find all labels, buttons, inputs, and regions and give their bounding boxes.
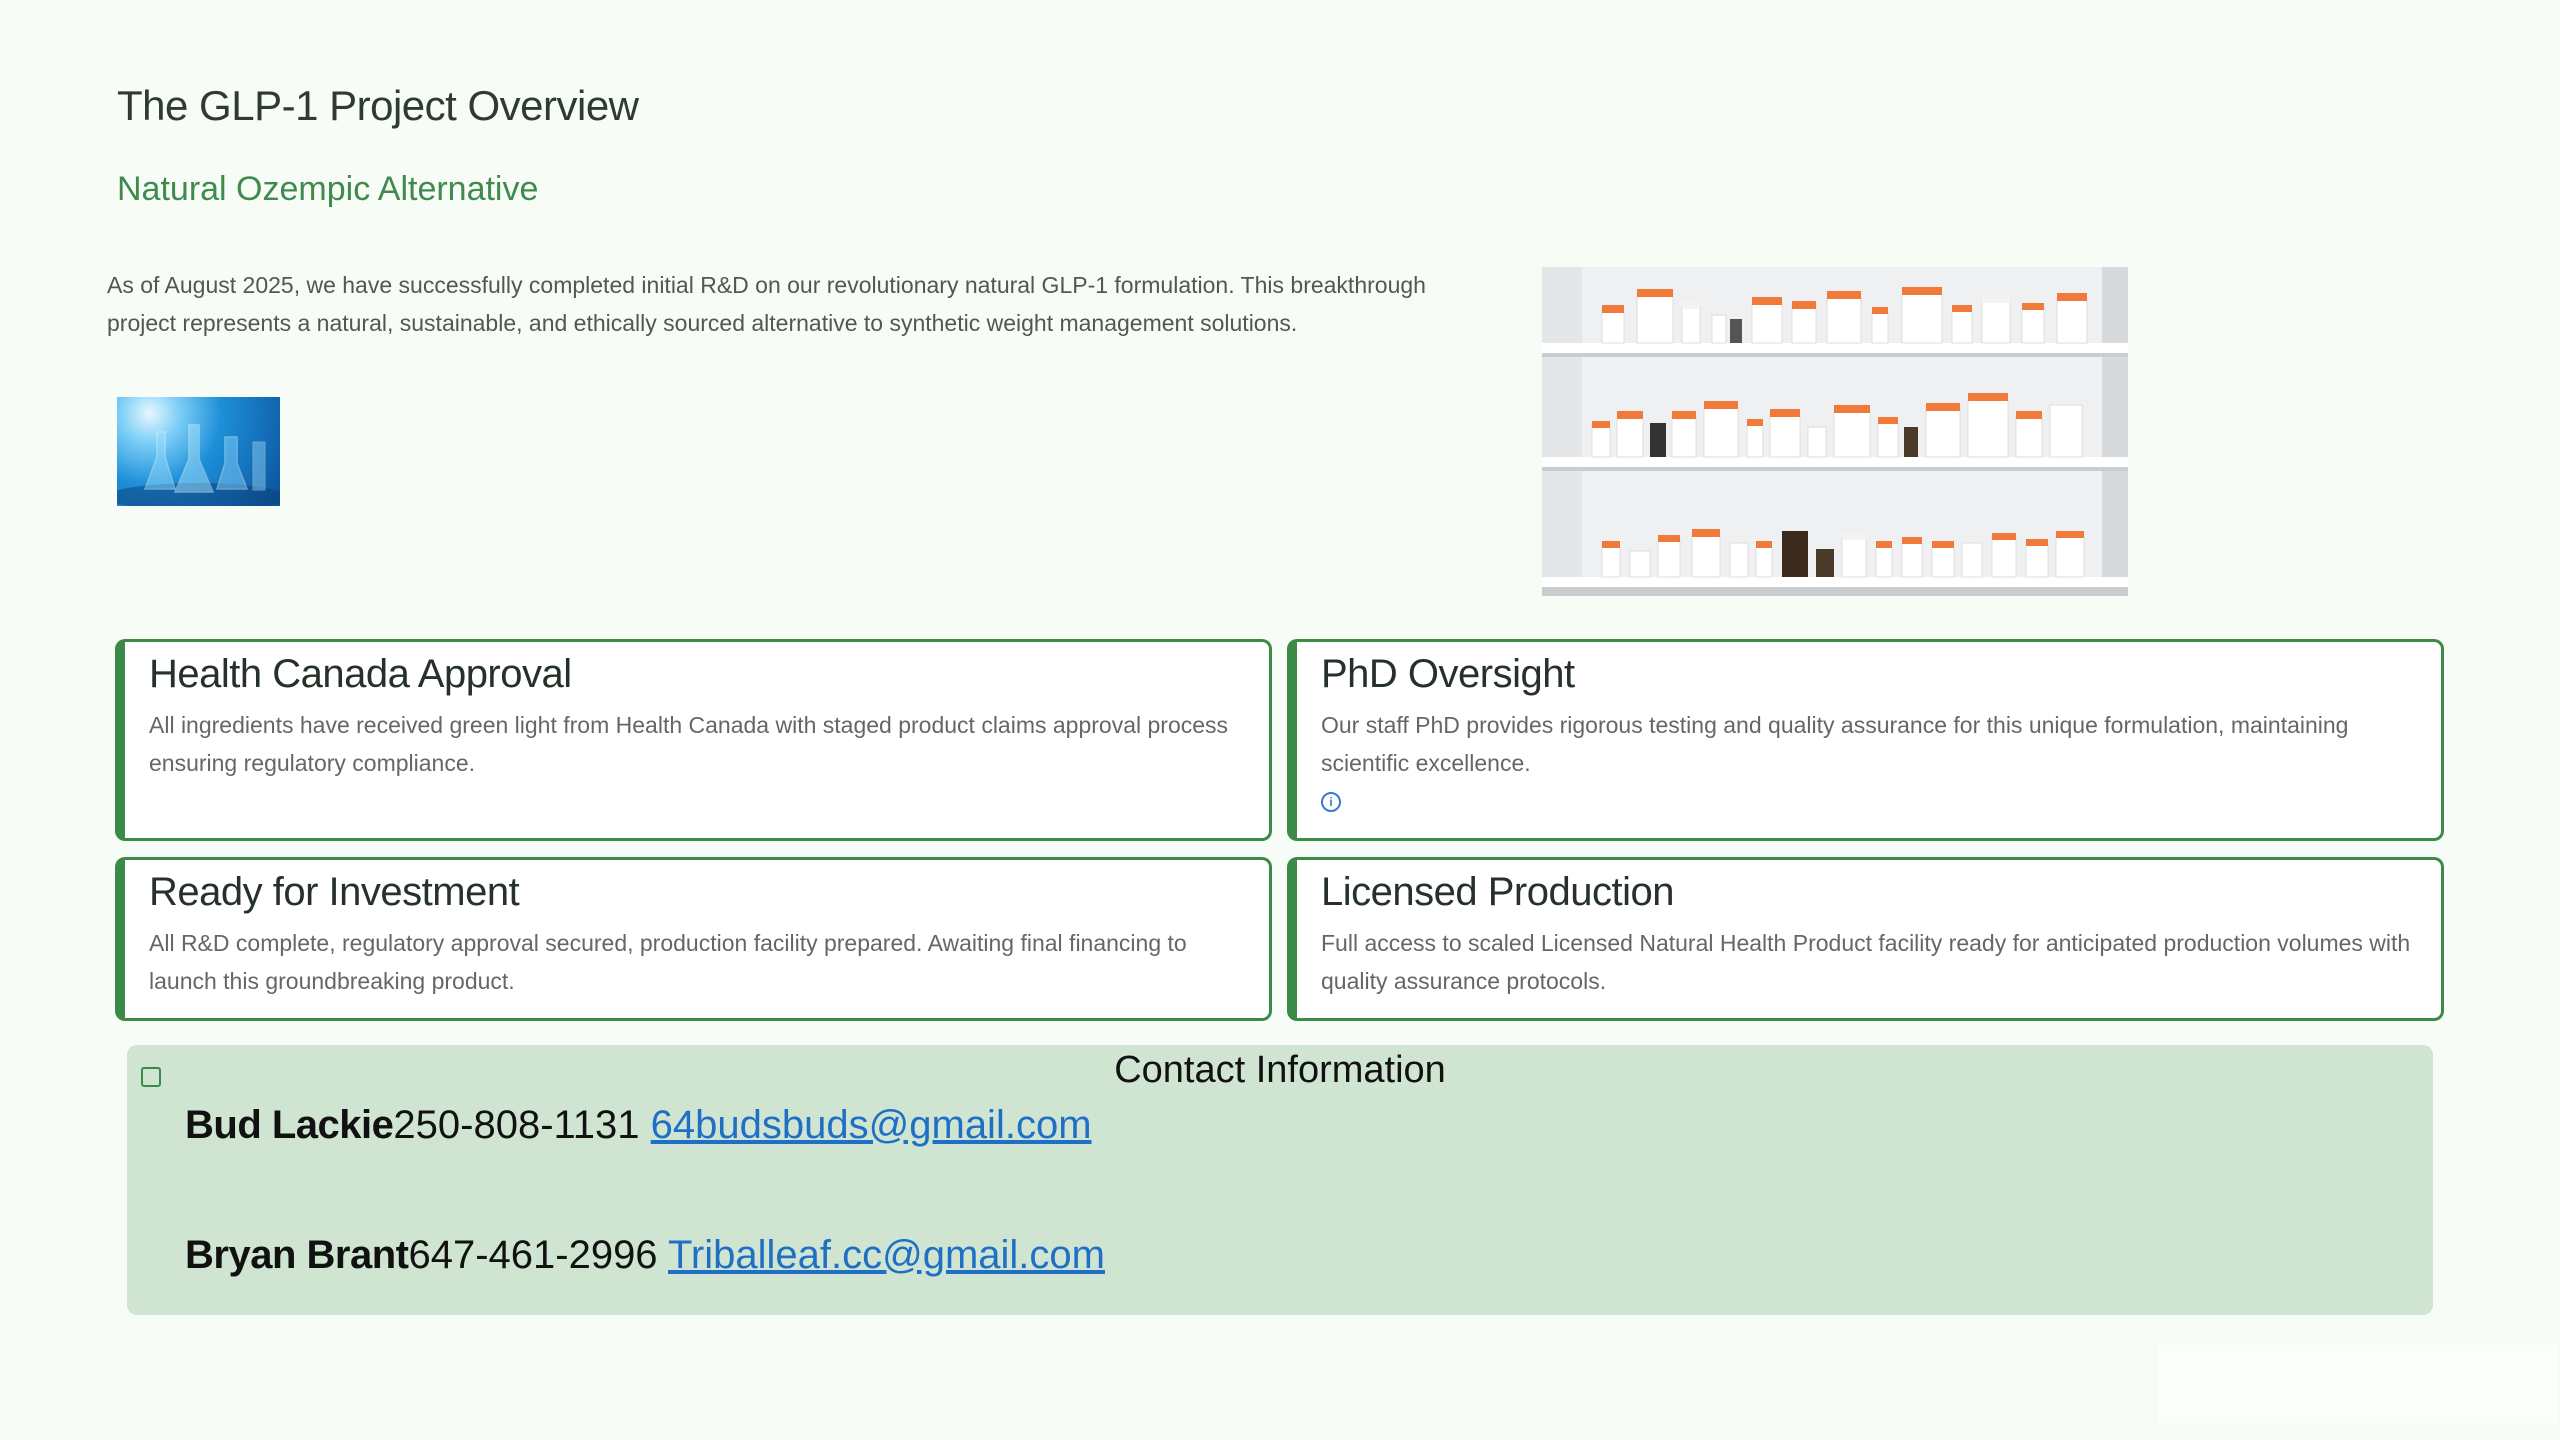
contact-row: Bud Lackie250-808-1131 64budsbuds@gmail.… (185, 1103, 1092, 1148)
page-subtitle: Natural Ozempic Alternative (117, 170, 539, 208)
card-title: Health Canada Approval (149, 652, 572, 696)
contact-title: Contact Information (1114, 1049, 1446, 1091)
contact-name: Bryan Brant (185, 1233, 409, 1277)
contact-email-link[interactable]: 64budsbuds@gmail.com (651, 1103, 1092, 1147)
card-title: PhD Oversight (1321, 652, 1575, 696)
pharmacy-shelves-image (1542, 267, 2128, 596)
lab-glassware-image (117, 397, 280, 506)
intro-paragraph: As of August 2025, we have successfully … (107, 272, 1426, 336)
card-title: Licensed Production (1321, 870, 1674, 914)
contact-section: Contact Information Bud Lackie250-808-11… (127, 1045, 2433, 1315)
contact-email-link[interactable]: Triballeaf.cc@gmail.com (668, 1233, 1105, 1277)
card-body: All R&D complete, regulatory approval se… (149, 930, 1187, 994)
card-title: Ready for Investment (149, 870, 520, 914)
card-ready-for-investment: Ready for Investment All R&D complete, r… (115, 857, 1272, 1021)
card-phd-oversight: PhD Oversight Our staff PhD provides rig… (1287, 639, 2444, 841)
contact-row: Bryan Brant647-461-2996 Triballeaf.cc@gm… (185, 1233, 1105, 1278)
card-body: All ingredients have received green ligh… (149, 712, 1229, 776)
card-body: Our staff PhD provides rigorous testing … (1321, 712, 2349, 776)
page-title: The GLP-1 Project Overview (117, 82, 639, 129)
contact-name: Bud Lackie (185, 1103, 394, 1147)
card-licensed-production: Licensed Production Full access to scale… (1287, 857, 2444, 1021)
card-health-canada-approval: Health Canada Approval All ingredients h… (115, 639, 1272, 841)
card-body: Full access to scaled Licensed Natural H… (1321, 930, 2411, 994)
contact-phone: 647-461-2996 (408, 1233, 658, 1277)
info-icon[interactable]: i (1321, 792, 1341, 812)
footer-blank-area (2158, 1345, 2558, 1423)
contact-phone: 250-808-1131 (393, 1103, 640, 1147)
